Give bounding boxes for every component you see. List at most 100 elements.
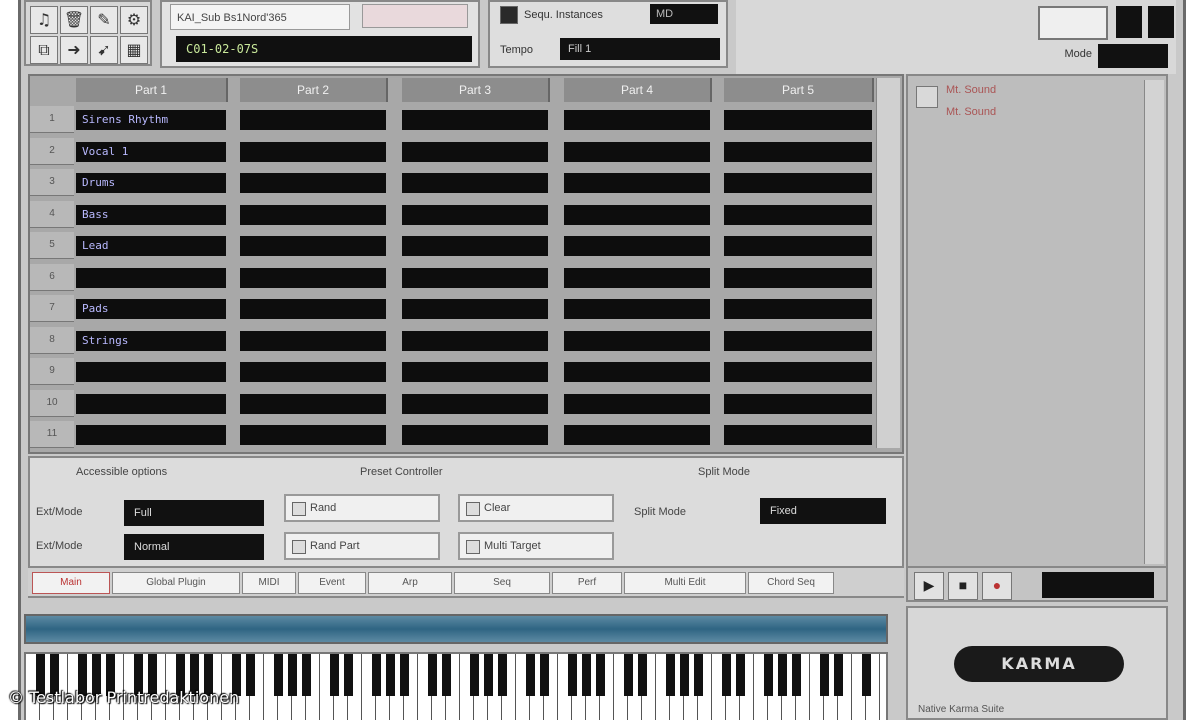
tab-arp[interactable]: Arp: [368, 572, 452, 594]
black-key[interactable]: [792, 654, 801, 696]
stop-icon[interactable]: ■: [948, 572, 978, 600]
grid-cell[interactable]: [564, 236, 710, 256]
black-key[interactable]: [778, 654, 787, 696]
grid-cell[interactable]: [240, 236, 386, 256]
ext-mode-select-b[interactable]: Normal: [124, 534, 264, 560]
mode-button-1[interactable]: [1116, 6, 1142, 38]
tab-main[interactable]: Main: [32, 572, 110, 594]
folder-icon[interactable]: [916, 86, 938, 108]
grid-cell[interactable]: [724, 141, 872, 162]
grid-cell[interactable]: [564, 299, 710, 319]
grid-cell[interactable]: [564, 330, 710, 351]
row-number[interactable]: 8: [30, 326, 74, 354]
grid-cell[interactable]: [402, 173, 548, 193]
tab-multi-edit[interactable]: Multi Edit: [624, 572, 746, 594]
clear-button[interactable]: Clear: [458, 494, 614, 522]
side-list-item[interactable]: Mt. Sound: [946, 84, 996, 96]
split-mode-select[interactable]: Fixed: [760, 498, 886, 524]
grid-cell[interactable]: [724, 299, 872, 319]
black-key[interactable]: [526, 654, 535, 696]
mode-field[interactable]: [1098, 44, 1168, 68]
black-key[interactable]: [470, 654, 479, 696]
row-number[interactable]: 10: [30, 389, 74, 417]
grid-cell[interactable]: Lead: [76, 236, 226, 256]
grid-cell[interactable]: Pads: [76, 299, 226, 319]
tab-global-plugin[interactable]: Global Plugin: [112, 572, 240, 594]
mode-display[interactable]: [1038, 6, 1108, 40]
patch-name-field[interactable]: KAI_Sub Bs1Nord'365: [170, 4, 350, 30]
grid-cell[interactable]: [564, 110, 710, 130]
grid-cell[interactable]: Drums: [76, 173, 226, 193]
grid-cell[interactable]: [402, 110, 548, 130]
cursor-icon[interactable]: ➹: [90, 36, 118, 64]
grid-cell[interactable]: [402, 204, 548, 225]
ext-mode-select-a[interactable]: Full: [124, 500, 264, 526]
piano-keyboard[interactable]: [24, 652, 888, 720]
grid-cell[interactable]: [724, 425, 872, 445]
black-key[interactable]: [834, 654, 843, 696]
row-number[interactable]: 2: [30, 137, 74, 165]
grid-cell[interactable]: [564, 204, 710, 225]
row-number[interactable]: 9: [30, 358, 74, 385]
black-key[interactable]: [736, 654, 745, 696]
tab-midi[interactable]: MIDI: [242, 572, 296, 594]
black-key[interactable]: [764, 654, 773, 696]
black-key[interactable]: [442, 654, 451, 696]
black-key[interactable]: [302, 654, 311, 696]
grid-cell[interactable]: [724, 330, 872, 351]
black-key[interactable]: [694, 654, 703, 696]
grid-icon[interactable]: ▦: [120, 36, 148, 64]
black-key[interactable]: [484, 654, 493, 696]
black-key[interactable]: [820, 654, 829, 696]
grid-cell[interactable]: [240, 330, 386, 351]
grid-cell[interactable]: [564, 267, 710, 288]
black-key[interactable]: [498, 654, 507, 696]
black-key[interactable]: [274, 654, 283, 696]
record-icon[interactable]: ●: [982, 572, 1012, 600]
column-header[interactable]: Part 3: [402, 78, 550, 102]
column-header[interactable]: Part 5: [724, 78, 874, 102]
row-number[interactable]: 6: [30, 263, 74, 291]
black-key[interactable]: [344, 654, 353, 696]
side-list-item[interactable]: Mt. Sound: [946, 106, 996, 118]
grid-cell[interactable]: [240, 110, 386, 130]
grid-cell[interactable]: [724, 393, 872, 414]
row-number[interactable]: 4: [30, 200, 74, 228]
black-key[interactable]: [568, 654, 577, 696]
column-header[interactable]: Part 2: [240, 78, 388, 102]
grid-cell[interactable]: [724, 236, 872, 256]
black-key[interactable]: [400, 654, 409, 696]
black-key[interactable]: [428, 654, 437, 696]
grid-cell[interactable]: [402, 362, 548, 382]
black-key[interactable]: [862, 654, 871, 696]
row-number[interactable]: 7: [30, 295, 74, 322]
side-scrollbar[interactable]: [1144, 80, 1164, 564]
copy-icon[interactable]: ⧉: [30, 36, 58, 64]
grid-cell[interactable]: [402, 236, 548, 256]
black-key[interactable]: [680, 654, 689, 696]
black-key[interactable]: [372, 654, 381, 696]
grid-cell[interactable]: [76, 393, 226, 414]
black-key[interactable]: [596, 654, 605, 696]
rand-button[interactable]: Rand: [284, 494, 440, 522]
grid-cell[interactable]: [402, 299, 548, 319]
grid-cell[interactable]: [564, 425, 710, 445]
grid-cell[interactable]: [240, 299, 386, 319]
grid-cell[interactable]: [402, 393, 548, 414]
black-key[interactable]: [246, 654, 255, 696]
grid-cell[interactable]: [402, 141, 548, 162]
tab-event[interactable]: Event: [298, 572, 366, 594]
grid-cell[interactable]: [402, 330, 548, 351]
grid-cell[interactable]: Strings: [76, 330, 226, 351]
row-number[interactable]: 5: [30, 232, 74, 259]
grid-cell[interactable]: [76, 267, 226, 288]
tempo-select[interactable]: Fill 1: [560, 38, 720, 60]
tab-perf[interactable]: Perf: [552, 572, 622, 594]
grid-scrollbar[interactable]: [876, 78, 900, 448]
column-header[interactable]: Part 1: [76, 78, 228, 102]
grid-cell[interactable]: [240, 362, 386, 382]
black-key[interactable]: [624, 654, 633, 696]
black-key[interactable]: [582, 654, 591, 696]
instances-select[interactable]: MD: [650, 4, 718, 24]
grid-cell[interactable]: [564, 362, 710, 382]
